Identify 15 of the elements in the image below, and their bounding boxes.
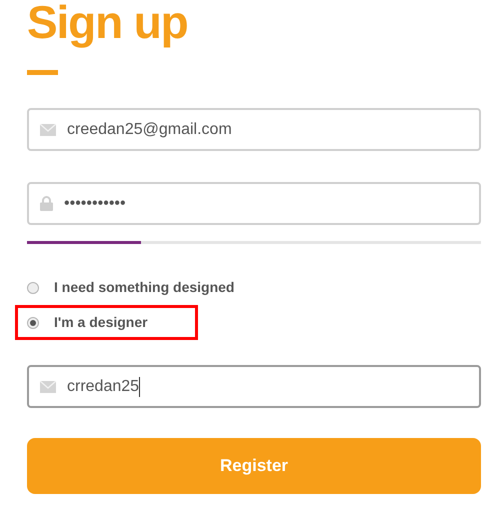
radio-label: I need something designed (54, 278, 234, 297)
input-field[interactable]: crredan25 (27, 365, 481, 408)
field-value: crredan25 (67, 376, 140, 396)
radio-label: I'm a designer (54, 313, 148, 332)
input-field[interactable]: creedan25@gmail.com (27, 108, 481, 151)
envelope-icon (40, 124, 56, 136)
input-field[interactable]: ••••••••••• (27, 182, 481, 225)
lock-icon (40, 196, 53, 211)
field-value: creedan25@gmail.com (67, 120, 232, 140)
title-underline (27, 70, 58, 75)
envelope-icon (40, 380, 56, 392)
radio-button[interactable] (27, 316, 39, 328)
radio-button[interactable] (27, 282, 39, 294)
text-cursor (139, 376, 140, 396)
field-value: ••••••••••• (64, 194, 126, 214)
